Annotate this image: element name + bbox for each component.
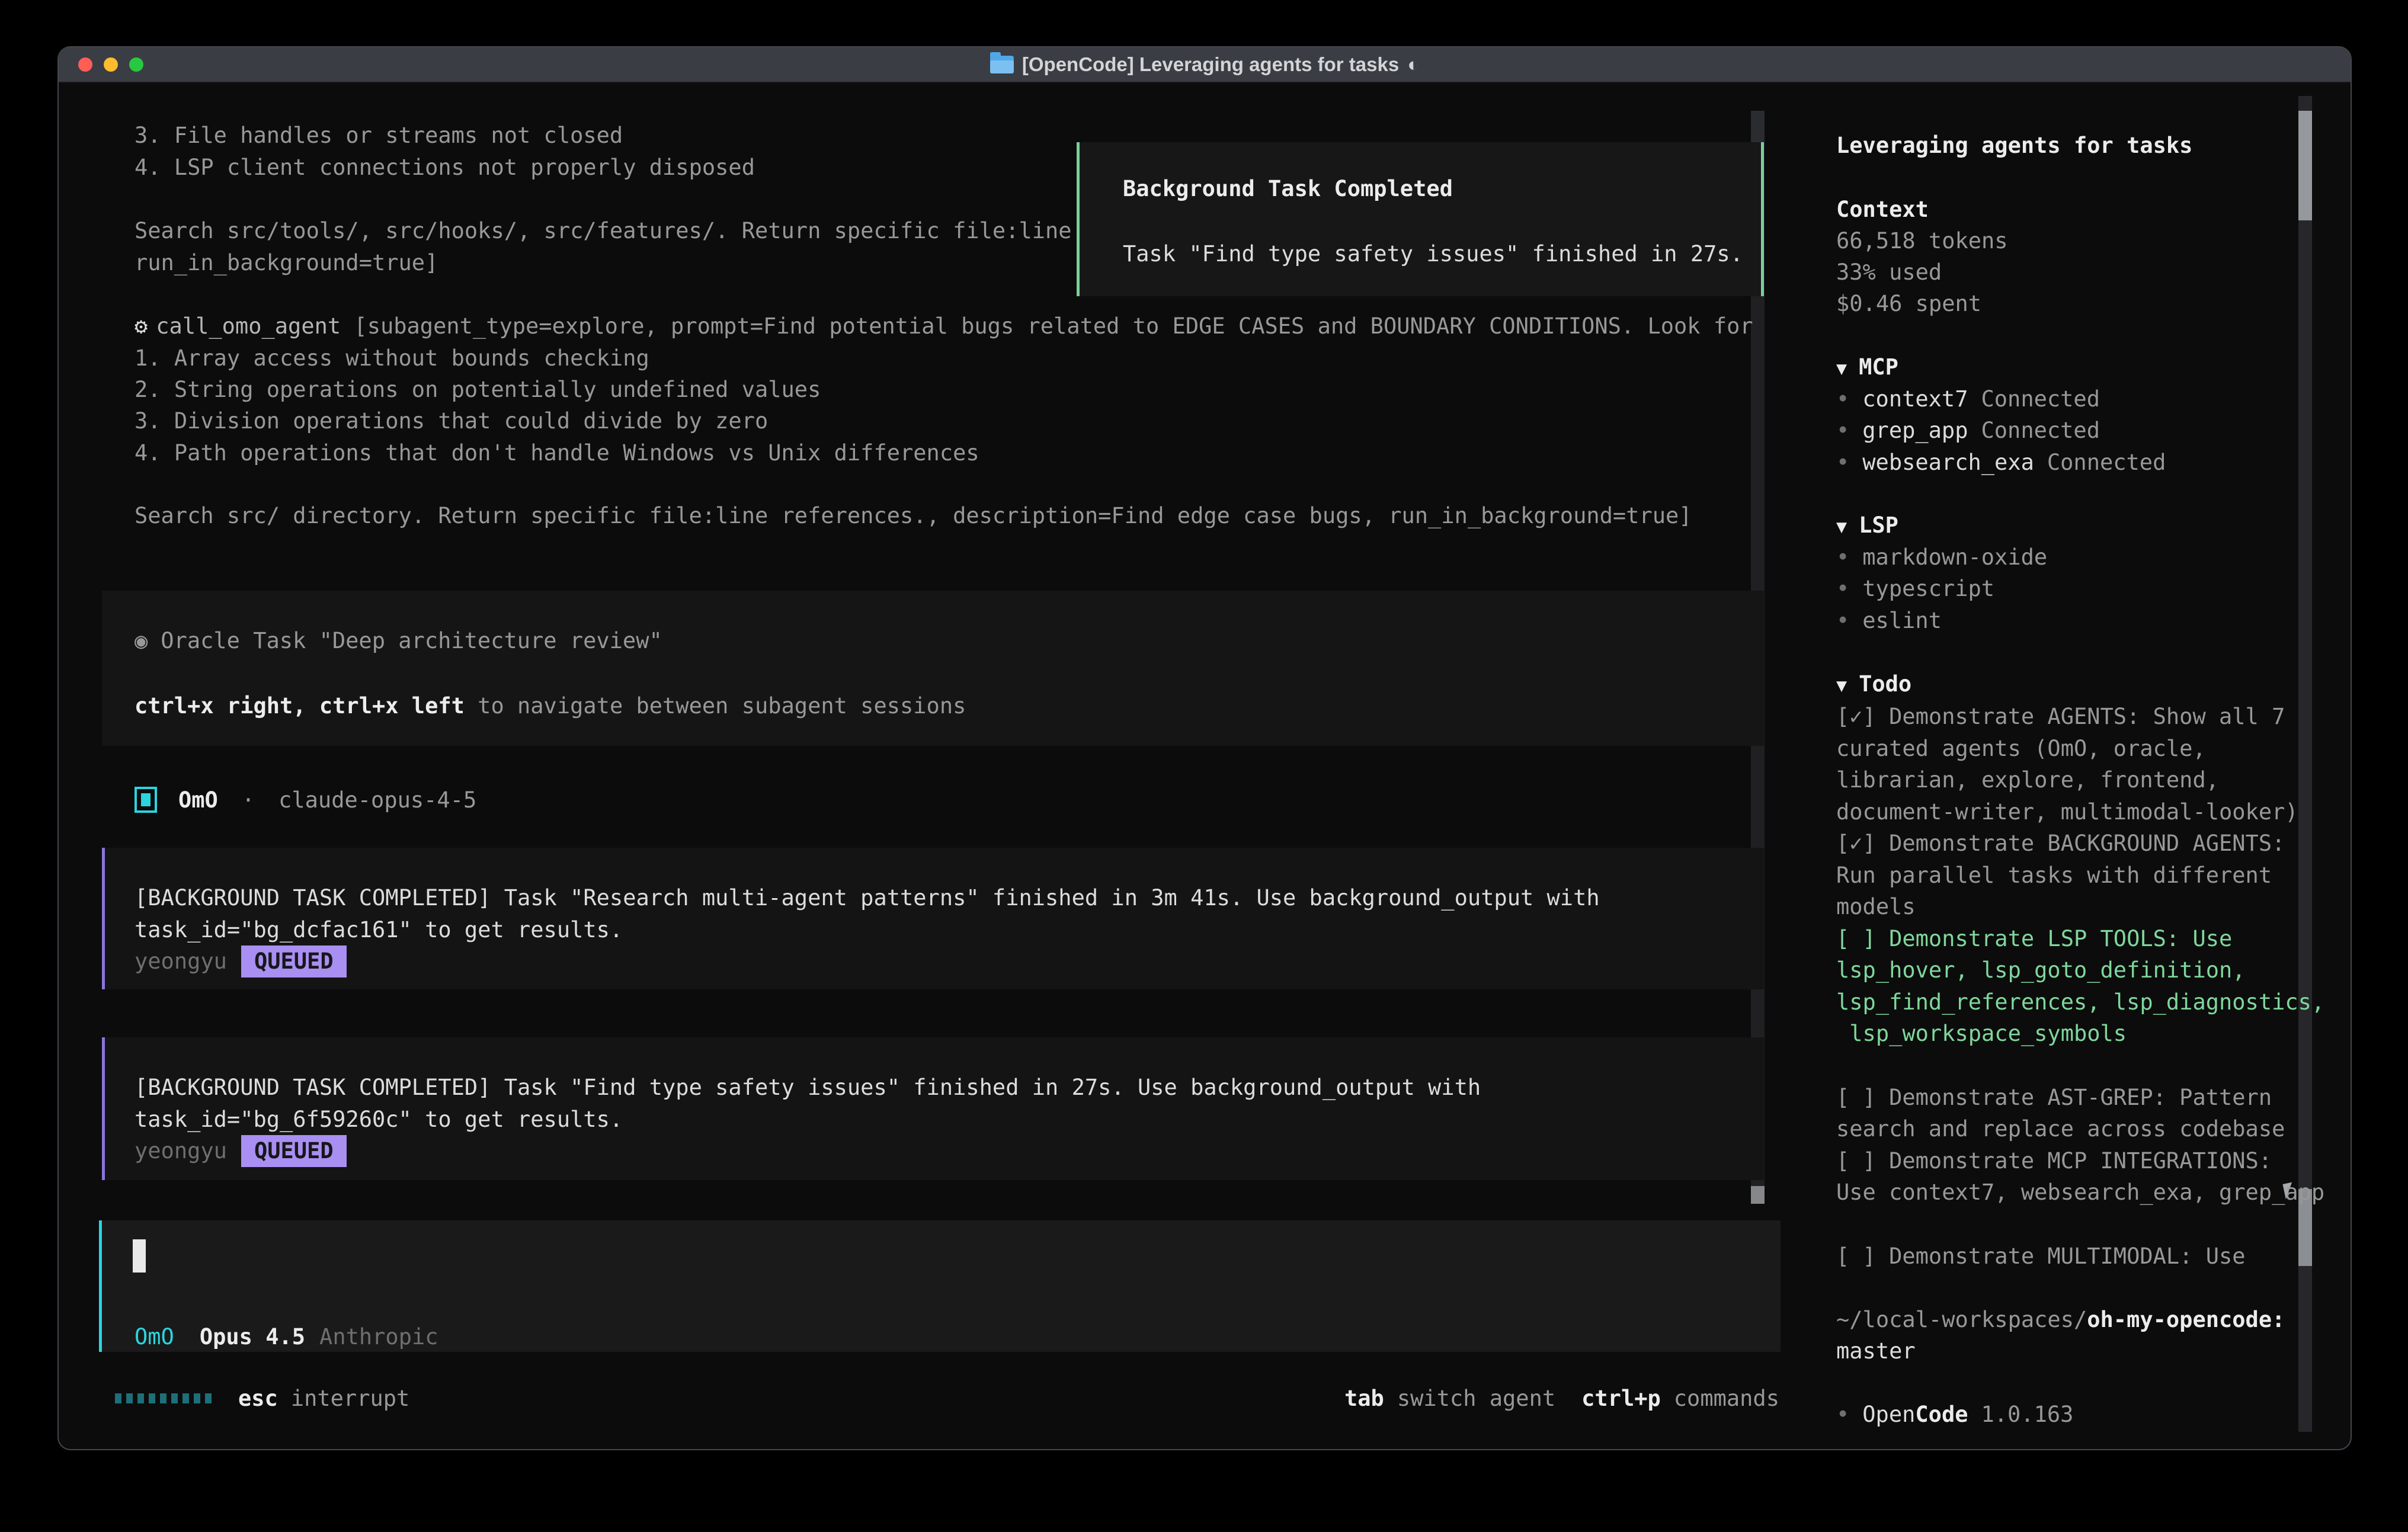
interrupt-progress-dots: [115, 1393, 212, 1403]
provider-label: Anthropic: [319, 1324, 438, 1350]
todo-line-pending: [ ] Demonstrate AST-GREP: Pattern: [1836, 1082, 2272, 1114]
app-version: •OpenCode1.0.163: [1836, 1399, 2073, 1431]
lsp-item: •eslint: [1836, 605, 1942, 637]
context-spent: $0.46 spent: [1836, 288, 1981, 320]
todo-line-done: librarian, explore, frontend,: [1836, 764, 2219, 796]
target-icon: ◉: [135, 628, 148, 653]
oracle-shortcut-hint: ctrl+x right, ctrl+x left to navigate be…: [135, 690, 966, 722]
task-message-line: [BACKGROUND TASK COMPLETED] Task "Find t…: [135, 1072, 1481, 1104]
close-traffic-light-icon[interactable]: [78, 57, 92, 72]
oracle-task-title: ◉Oracle Task "Deep architecture review": [135, 625, 662, 657]
task-author: yeongyu: [135, 1138, 227, 1164]
workspace-branch: master: [1836, 1335, 1916, 1367]
minimize-traffic-light-icon[interactable]: [104, 57, 118, 72]
tool-call-name: call_omo_agent: [156, 313, 341, 339]
bullet-icon: •: [1836, 576, 1849, 601]
background-task-toast: [1077, 142, 1764, 296]
mcp-item: •websearch_exaConnected: [1836, 447, 2166, 479]
todo-line-pending: [ ] Demonstrate MCP INTEGRATIONS:: [1836, 1145, 2272, 1177]
window-title: [OpenCode] Leveraging agents for tasks: [1022, 53, 1399, 76]
agent-name: OmO: [178, 787, 218, 813]
todo-line-pending: search and replace across codebase: [1836, 1113, 2285, 1145]
chevron-down-icon: ▼: [1836, 517, 1847, 537]
todo-line-done: Run parallel tasks with different: [1836, 860, 2272, 892]
toast-title: Background Task Completed: [1123, 173, 1453, 205]
context-tokens: 66,518 tokens: [1836, 225, 2008, 257]
todo-line-active: lsp_workspace_symbols: [1836, 1018, 2127, 1050]
task-message-meta: yeongyu QUEUED: [135, 946, 347, 977]
todo-line-pending: [ ] Demonstrate MULTIMODAL: Use: [1836, 1241, 2246, 1273]
keybind-hints: tabswitch agentctrl+pcommands: [1344, 1383, 1779, 1415]
tool-call-list-item: 4. Path operations that don't handle Win…: [135, 437, 979, 469]
context-used: 33% used: [1836, 257, 1942, 289]
zoom-traffic-light-icon[interactable]: [129, 57, 143, 72]
task-message-meta: yeongyu QUEUED: [135, 1135, 347, 1167]
todo-line-done: document-writer, multimodal-looker): [1836, 796, 2298, 828]
agent-model: claude-opus-4-5: [278, 787, 476, 813]
dot-separator: ·: [242, 787, 255, 813]
bullet-icon: •: [1836, 544, 1849, 570]
bullet-icon: •: [1836, 450, 1849, 475]
oracle-task-panel: [102, 591, 1764, 746]
status-badge: QUEUED: [241, 1135, 347, 1167]
terminal-line: 4. LSP client connections not properly d…: [135, 152, 755, 184]
mcp-item: •grep_appConnected: [1836, 415, 2100, 447]
tool-call-line: ⚙ call_omo_agent [subagent_type=explore, …: [135, 310, 1753, 342]
sidebar-scrollbar-thumb[interactable]: [2298, 111, 2312, 220]
folder-icon: [990, 56, 1014, 73]
todo-line-pending: Use context7, websearch_exa, grep_app: [1836, 1177, 2324, 1209]
bullet-icon: •: [1836, 608, 1849, 633]
chevron-down-icon: ▼: [1836, 675, 1847, 696]
todo-section-header[interactable]: ▼Todo: [1836, 668, 1911, 702]
lsp-section-header[interactable]: ▼LSP: [1836, 509, 1898, 543]
todo-line-done: [✓] Demonstrate BACKGROUND AGENTS:: [1836, 828, 2285, 860]
todo-line-done: models: [1836, 891, 1916, 923]
model-label: Opus 4.5: [200, 1324, 305, 1350]
status-badge: QUEUED: [241, 946, 347, 977]
mcp-item: •context7Connected: [1836, 383, 2100, 415]
moon-icon: ◐: [1407, 53, 1419, 76]
context-heading: Context: [1836, 194, 1929, 226]
main-scrollbar-thumb[interactable]: [1751, 1186, 1765, 1204]
tool-call-args: [subagent_type=explore, prompt=Find pote…: [341, 313, 1753, 339]
agent-checkbox-icon: [135, 787, 157, 813]
titlebar[interactable]: [OpenCode] Leveraging agents for tasks ◐: [59, 47, 2351, 83]
todo-line-active: lsp_find_references, lsp_diagnostics,: [1836, 986, 2324, 1018]
task-author: yeongyu: [135, 948, 227, 974]
bullet-icon: •: [1836, 418, 1849, 443]
mcp-section-header[interactable]: ▼MCP: [1836, 351, 1898, 385]
todo-line-done: curated agents (OmO, oracle,: [1836, 733, 2206, 765]
active-agent-label: OmO: [135, 1324, 174, 1350]
toast-body: Task "Find type safety issues" finished …: [1123, 238, 1743, 270]
bullet-icon: •: [1836, 386, 1849, 412]
todo-line-done: [✓] Demonstrate AGENTS: Show all 7: [1836, 701, 2285, 733]
tool-call-tail: Search src/ directory. Return specific f…: [135, 500, 1692, 532]
agent-header: OmO · claude-opus-4-5: [178, 784, 476, 816]
todo-line-active: lsp_hover, lsp_goto_definition,: [1836, 954, 2246, 986]
todo-line-active: [ ] Demonstrate LSP TOOLS: Use: [1836, 923, 2232, 955]
window-title-row: [OpenCode] Leveraging agents for tasks ◐: [990, 53, 1419, 76]
task-message-line: task_id="bg_6f59260c" to get results.: [135, 1104, 623, 1136]
task-message-line: task_id="bg_dcfac161" to get results.: [135, 914, 623, 946]
bullet-icon: •: [1836, 1402, 1849, 1427]
input-status-row: OmO Opus 4.5 Anthropic: [135, 1321, 438, 1353]
interrupt-hint: escinterrupt: [238, 1383, 409, 1415]
tool-call-list-item: 3. Division operations that could divide…: [135, 405, 768, 437]
gear-icon: ⚙: [135, 313, 148, 339]
terminal-line: Search src/tools/, src/hooks/, src/featu…: [135, 215, 1072, 247]
tool-call-list-item: 1. Array access without bounds checking: [135, 342, 649, 374]
text-cursor: [133, 1239, 146, 1273]
chevron-down-icon: ▼: [1836, 358, 1847, 379]
lsp-item: •typescript: [1836, 573, 1994, 605]
tool-call-list-item: 2. String operations on potentially unde…: [135, 374, 821, 406]
app-window: [OpenCode] Leveraging agents for tasks ◐…: [57, 46, 2352, 1450]
workspace-path: ~/local-workspaces/oh-my-opencode:: [1836, 1304, 2285, 1336]
task-message-line: [BACKGROUND TASK COMPLETED] Task "Resear…: [135, 882, 1600, 914]
lsp-item: •markdown-oxide: [1836, 541, 2047, 573]
terminal-line: 3. File handles or streams not closed: [135, 120, 623, 152]
session-title: Leveraging agents for tasks: [1836, 130, 2192, 162]
terminal-line: run_in_background=true]: [135, 247, 438, 279]
